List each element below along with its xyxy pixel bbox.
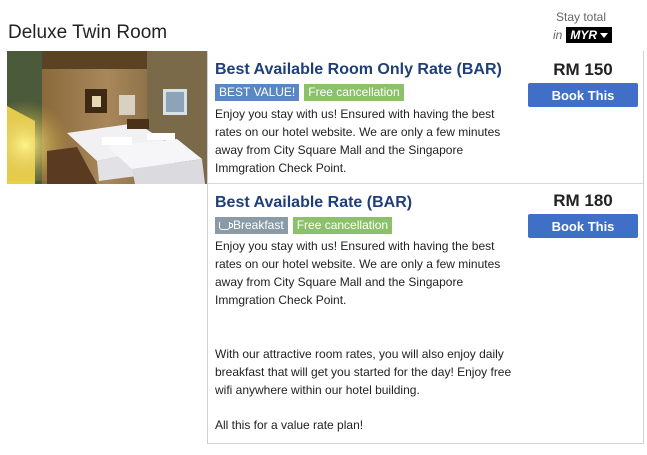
description-line: Enjoy you stay with us! Ensured with hav… [215, 239, 495, 253]
currency-row: in MYR [553, 27, 613, 43]
rate-closing-line: All this for a value rate plan! [215, 418, 364, 432]
room-photo-image [7, 51, 207, 184]
currency-value: MYR [570, 28, 598, 42]
rate-description: Enjoy you stay with us! Ensured with hav… [215, 105, 515, 177]
book-this-button[interactable]: Book This [528, 214, 638, 238]
description-line: With our attractive room rates, you will… [215, 347, 504, 361]
rates-list: Best Available Room Only Rate (BAR) BEST… [207, 51, 644, 444]
rate-option: Best Available Rate (BAR) Breakfast Free… [208, 184, 643, 443]
currency-in-label: in [553, 28, 563, 42]
best-value-badge: BEST VALUE! [215, 84, 300, 101]
currency-dropdown[interactable]: MYR [566, 27, 613, 43]
rate-name[interactable]: Best Available Room Only Rate (BAR) [215, 61, 502, 79]
book-this-button[interactable]: Book This [528, 83, 638, 107]
room-title: Deluxe Twin Room [8, 22, 168, 43]
stay-total-label: Stay total [555, 10, 607, 24]
description-line: away from City Square Mall and the Singa… [215, 143, 464, 157]
rate-extra-description: With our attractive room rates, you will… [215, 345, 515, 399]
description-line: Enjoy you stay with us! Ensured with hav… [215, 107, 495, 121]
description-line: rates on our hotel website. We are only … [215, 125, 501, 139]
rate-badges: Breakfast Free cancellation [215, 217, 393, 234]
description-line: rates on our hotel website. We are only … [215, 257, 501, 271]
rate-price: RM 180 [553, 191, 613, 210]
free-cancellation-badge: Free cancellation [304, 84, 404, 101]
rate-description: Enjoy you stay with us! Ensured with hav… [215, 237, 515, 309]
breakfast-label: Breakfast [233, 218, 284, 232]
caret-down-icon [600, 32, 609, 38]
rate-price: RM 150 [553, 60, 613, 79]
breakfast-badge: Breakfast [215, 217, 288, 234]
description-line: breakfast that will get you started for … [215, 365, 512, 379]
rate-option: Best Available Room Only Rate (BAR) BEST… [208, 51, 643, 184]
free-cancellation-badge: Free cancellation [292, 217, 393, 234]
rate-badges: BEST VALUE! Free cancellation [215, 84, 404, 101]
description-line: Immgration Check Point. [215, 161, 347, 175]
description-line: wifi anywhere within our hotel building. [215, 383, 420, 397]
rate-name[interactable]: Best Available Rate (BAR) [215, 194, 412, 212]
room-photo[interactable] [7, 51, 207, 184]
description-line: Immgration Check Point. [215, 293, 347, 307]
coffee-cup-icon [219, 221, 233, 230]
description-line: away from City Square Mall and the Singa… [215, 275, 464, 289]
